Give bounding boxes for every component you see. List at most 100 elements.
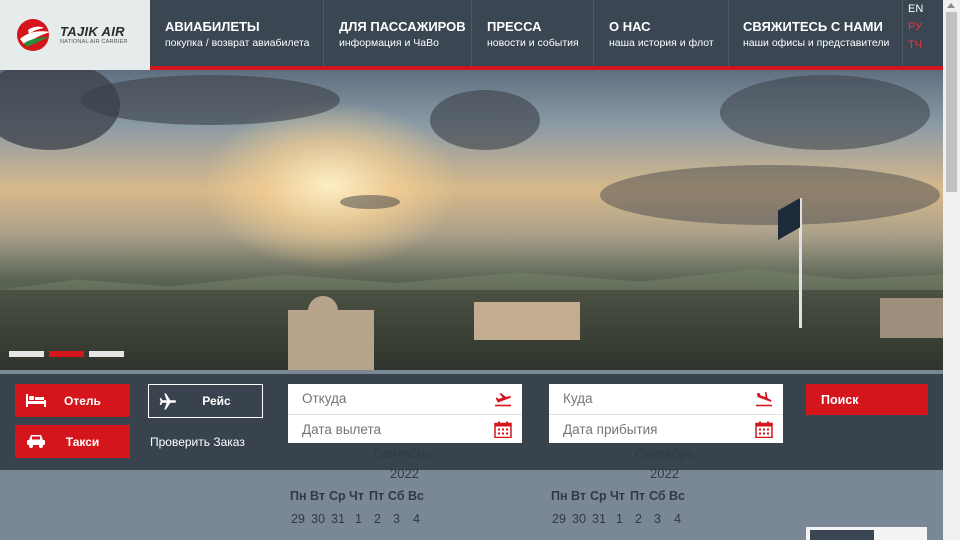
calendar-day[interactable]: 1 — [355, 512, 362, 526]
weekday-label: Вт — [571, 489, 586, 503]
nav-title: АВИАБИЛЕТЫ — [165, 19, 260, 34]
nav-subtitle: новости и события — [487, 37, 579, 49]
weekday-label: Пн — [551, 489, 568, 503]
calendar-icon — [494, 421, 512, 438]
slider-dot-2[interactable] — [49, 351, 84, 357]
nav-subtitle: наша история и флот — [609, 37, 714, 49]
calendar-year: 2022 — [390, 466, 419, 481]
calendar-day[interactable]: 2 — [374, 512, 381, 526]
calendar-day[interactable]: 4 — [413, 512, 420, 526]
destination-box — [549, 384, 783, 443]
calendar-day[interactable]: 30 — [572, 512, 586, 526]
weekday-label: Ср — [329, 489, 346, 503]
destination-row — [549, 384, 783, 413]
weekday-label: Ср — [590, 489, 607, 503]
hero-cloud — [720, 75, 930, 150]
calendar-day[interactable]: 29 — [552, 512, 566, 526]
hero-slider-image — [0, 70, 943, 370]
partial-widget-tab[interactable] — [810, 530, 874, 540]
language-tg-link[interactable]: ТЧ — [908, 39, 922, 51]
nav-tickets[interactable]: АВИАБИЛЕТЫ покупка / возврат авиабилета — [150, 0, 324, 66]
taxi-button[interactable]: Такси — [15, 425, 130, 458]
hero-building — [288, 310, 374, 370]
weekday-label: Сб — [388, 489, 405, 503]
logo-title: TAJIK AIR — [60, 24, 125, 39]
weekday-label: Пт — [369, 489, 385, 503]
bed-icon — [26, 394, 46, 407]
nav-passengers[interactable]: ДЛЯ ПАССАЖИРОВ информация и ЧаВо — [324, 0, 472, 66]
weekday-label: Сб — [649, 489, 666, 503]
calendar-day[interactable]: 31 — [331, 512, 345, 526]
nav-contact[interactable]: СВЯЖИТЕСЬ С НАМИ наши офисы и представит… — [729, 0, 903, 66]
car-icon — [27, 435, 45, 448]
nav-title: СВЯЖИТЕСЬ С НАМИ — [743, 19, 883, 34]
search-button-label: Поиск — [821, 392, 859, 407]
logo-tagline: NATIONAL AIR CARRIER — [60, 39, 128, 45]
airplane-icon — [159, 393, 176, 410]
calendar-icon — [755, 421, 773, 438]
plane-takeoff-icon — [495, 393, 511, 407]
hero-cloud — [340, 195, 400, 209]
search-button[interactable]: Поиск — [806, 384, 928, 415]
hero-cloud — [430, 90, 540, 150]
weekday-label: Чт — [349, 489, 364, 503]
origin-box — [288, 384, 522, 443]
weekday-label: Чт — [610, 489, 625, 503]
calendar-day[interactable]: 31 — [592, 512, 606, 526]
origin-row — [288, 384, 522, 413]
hero-sunlight — [200, 100, 460, 270]
nav-subtitle: наши офисы и представители — [743, 37, 890, 49]
calendar-day[interactable]: 3 — [654, 512, 661, 526]
departure-date-input[interactable] — [302, 422, 482, 437]
logo[interactable]: TAJIK AIR NATIONAL AIR CARRIER — [0, 0, 150, 70]
arrival-date-input[interactable] — [563, 422, 743, 437]
check-order-link[interactable]: Проверить Заказ — [150, 435, 245, 449]
calendar-day[interactable]: 30 — [311, 512, 325, 526]
arrival-calendar: Сентябрь 2022 Пн Вт Ср Чт Пт Сб Вс 29 30… — [549, 446, 789, 540]
calendar-day[interactable]: 4 — [674, 512, 681, 526]
nav-title: ДЛЯ ПАССАЖИРОВ — [339, 19, 466, 34]
weekday-label: Вс — [669, 489, 685, 503]
destination-input[interactable] — [563, 391, 743, 406]
nav-title: О НАС — [609, 19, 651, 34]
calendar-year: 2022 — [650, 466, 679, 481]
departure-date-row — [288, 414, 522, 443]
arrival-date-row — [549, 414, 783, 443]
weekday-label: Пн — [290, 489, 307, 503]
hero-building — [474, 302, 580, 340]
nav-about[interactable]: О НАС наша история и флот — [594, 0, 729, 66]
nav-title: ПРЕССА — [487, 19, 542, 34]
scroll-thumb[interactable] — [946, 12, 957, 192]
calendar-month: Сентябрь — [635, 446, 694, 461]
hero-cloud — [80, 75, 340, 125]
calendar-day[interactable]: 2 — [635, 512, 642, 526]
flight-button-label: Рейс — [202, 394, 231, 408]
tajik-air-logo-icon — [17, 19, 50, 51]
hotel-button[interactable]: Отель — [15, 384, 130, 417]
flight-button[interactable]: Рейс — [148, 384, 263, 418]
partial-widget[interactable] — [806, 527, 927, 540]
language-en-link[interactable]: EN — [908, 3, 923, 15]
taxi-button-label: Такси — [65, 434, 100, 449]
calendar-day[interactable]: 1 — [616, 512, 623, 526]
departure-calendar: Сентябрь 2022 Пн Вт Ср Чт Пт Сб Вс 29 30… — [288, 446, 528, 540]
nav-subtitle: информация и ЧаВо — [339, 37, 439, 49]
calendar-month: Сентябрь — [373, 446, 432, 461]
nav-press[interactable]: ПРЕССА новости и события — [472, 0, 594, 66]
hero-building — [880, 298, 943, 338]
language-ru-link[interactable]: РУ — [908, 21, 922, 33]
calendar-day[interactable]: 29 — [291, 512, 305, 526]
page-scrollbar[interactable] — [943, 0, 960, 540]
weekday-label: Вт — [310, 489, 325, 503]
weekday-label: Вс — [408, 489, 424, 503]
slider-dot-3[interactable] — [89, 351, 124, 357]
scroll-up-arrow-icon[interactable] — [947, 3, 955, 8]
origin-input[interactable] — [302, 391, 482, 406]
calendar-day[interactable]: 3 — [393, 512, 400, 526]
hero-cloud — [600, 165, 940, 225]
hotel-button-label: Отель — [64, 393, 101, 408]
slider-dot-1[interactable] — [9, 351, 44, 357]
weekday-label: Пт — [630, 489, 646, 503]
nav-subtitle: покупка / возврат авиабилета — [165, 37, 310, 49]
plane-landing-icon — [756, 391, 772, 407]
